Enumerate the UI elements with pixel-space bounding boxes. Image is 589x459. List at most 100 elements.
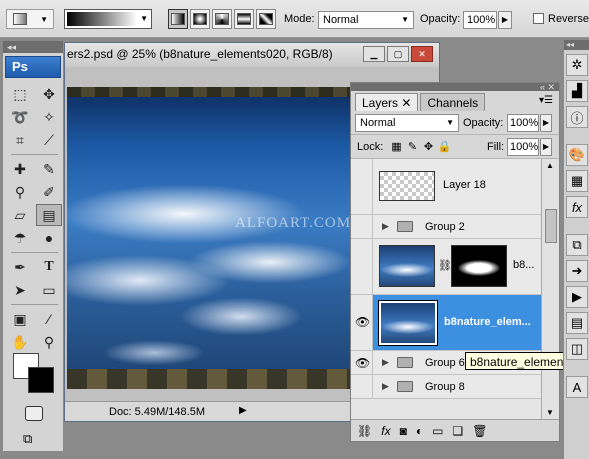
actions-icon[interactable]: ➜ (566, 260, 588, 282)
expand-triangle-icon[interactable]: ▶ (382, 221, 389, 232)
gradient-tool-icon[interactable]: ▤ (36, 204, 62, 226)
background-color-swatch[interactable] (28, 367, 54, 393)
layer-row[interactable]: Layer 18 (351, 159, 543, 215)
linear-gradient-button[interactable] (168, 9, 188, 29)
history-brush-tool-icon[interactable]: ✐ (36, 181, 62, 203)
color-palette-icon[interactable]: 🎨 (566, 144, 588, 166)
clone-stamp-tool-icon[interactable]: ⚲ (7, 181, 33, 203)
radial-gradient-button[interactable] (190, 9, 210, 29)
visibility-toggle[interactable] (351, 239, 373, 294)
magic-wand-tool-icon[interactable]: ✧ (36, 106, 62, 128)
scroll-down-icon[interactable]: ▼ (546, 408, 554, 417)
fill-input[interactable]: 100% (507, 138, 539, 156)
notes-tool-icon[interactable]: ▣ (7, 308, 33, 330)
opacity-input[interactable]: 100% (463, 11, 497, 29)
layer-opacity-arrow[interactable]: ▶ (540, 114, 552, 132)
crop-tool-icon[interactable]: ⌗ (7, 129, 33, 151)
panel-menu-icon[interactable]: ▾☰ (539, 95, 553, 106)
lock-position-icon[interactable]: ✥ (423, 140, 434, 153)
slice-tool-icon[interactable]: ⟋ (36, 129, 62, 151)
scroll-thumb[interactable] (545, 209, 557, 243)
layer-mask-thumbnail[interactable] (451, 245, 507, 287)
layer-opacity-input[interactable]: 100% (507, 114, 539, 132)
adjustment-layer-icon[interactable]: ◐ (416, 424, 423, 438)
dock-grip[interactable]: ◂◂ (564, 40, 589, 50)
image-canvas[interactable] (67, 87, 357, 389)
visibility-toggle[interactable] (351, 159, 373, 214)
layer-comps-icon[interactable]: ◫ (566, 338, 588, 360)
expand-triangle-icon[interactable]: ▶ (382, 357, 389, 368)
quick-mask-button[interactable] (25, 406, 43, 421)
right-panel-dock: ◂◂ ✲ ▟ ⓘ 🎨 ▦ fx ⧉ ➜ ▶ ▤ ◫ A (563, 40, 589, 459)
play-icon[interactable]: ▶ (566, 286, 588, 308)
layer-group-row[interactable]: ▶ Group 2 (351, 215, 543, 239)
tab-channels[interactable]: Channels (420, 93, 486, 111)
tool-presets-icon[interactable]: ▤ (566, 312, 588, 334)
blend-mode-select[interactable]: Normal ▼ (355, 114, 459, 132)
tab-layers[interactable]: Layers ✕ (355, 93, 419, 111)
rectangle-tool-icon[interactable]: ▭ (36, 279, 62, 301)
link-layers-icon[interactable]: ⛓ (357, 424, 372, 438)
dodge-tool-icon[interactable]: ● (36, 227, 62, 249)
visibility-toggle[interactable] (351, 375, 373, 398)
window-controls: ▁ ▢ ✕ (363, 46, 433, 62)
tool-preset-picker[interactable]: ▼ (6, 9, 54, 29)
eyedropper-tool-icon[interactable]: ⁄ (36, 308, 62, 330)
document-title-bar[interactable]: ers2.psd @ 25% (b8nature_elements020, RG… (65, 43, 439, 67)
eraser-tool-icon[interactable]: ▱ (7, 204, 33, 226)
styles-icon[interactable]: fx (566, 196, 588, 218)
scroll-up-icon[interactable]: ▲ (546, 161, 554, 170)
hand-tool-icon[interactable]: ✋ (7, 331, 33, 353)
character-icon[interactable]: A (566, 376, 588, 398)
close-icon[interactable]: ✕ (401, 96, 411, 110)
expand-triangle-icon[interactable]: ▶ (382, 381, 389, 392)
new-group-icon[interactable]: ▭ (432, 424, 443, 438)
move-tool-icon[interactable]: ✥ (36, 83, 62, 105)
chevron-down-icon: ▼ (401, 15, 409, 24)
minimize-button[interactable]: ▁ (363, 46, 385, 62)
mode-select[interactable]: Normal ▼ (318, 11, 414, 29)
history-icon[interactable]: ⧉ (566, 234, 588, 256)
new-layer-icon[interactable]: ❏ (452, 424, 463, 438)
add-mask-icon[interactable]: ◙ (400, 424, 407, 438)
delete-layer-icon[interactable]: 🗑 (472, 424, 487, 438)
gradient-picker[interactable]: ▼ (64, 9, 152, 29)
layers-scrollbar[interactable]: ▲ ▼ (541, 159, 559, 419)
diamond-gradient-button[interactable] (256, 9, 276, 29)
reflected-gradient-button[interactable] (234, 9, 254, 29)
panel-header-bar[interactable]: « ✕ (351, 83, 559, 92)
toolbox-grip[interactable]: ◂◂ (3, 41, 63, 53)
healing-brush-tool-icon[interactable]: ✚ (7, 158, 33, 180)
lock-all-icon[interactable]: 🔒 (438, 140, 452, 153)
maximize-button[interactable]: ▢ (387, 46, 409, 62)
close-button[interactable]: ✕ (411, 46, 433, 62)
navigator-icon[interactable]: ✲ (566, 54, 588, 76)
swatches-icon[interactable]: ▦ (566, 170, 588, 192)
fill-arrow[interactable]: ▶ (540, 138, 552, 156)
layer-group-row[interactable]: ▶ Group 8 (351, 375, 543, 399)
layer-style-icon[interactable]: fx (381, 424, 390, 438)
angle-gradient-button[interactable] (212, 9, 232, 29)
reverse-checkbox[interactable] (533, 13, 544, 24)
status-menu-arrow-icon[interactable]: ▶ (239, 405, 247, 416)
lock-transparency-icon[interactable]: ▦ (391, 140, 402, 153)
blur-tool-icon[interactable]: ☂ (7, 227, 33, 249)
layer-row[interactable]: ⛓ b8... (351, 239, 543, 295)
link-icon[interactable]: ⛓ (438, 259, 452, 272)
lock-pixels-icon[interactable]: ✎ (407, 140, 418, 153)
info-icon[interactable]: ⓘ (566, 106, 588, 128)
layer-row-selected[interactable]: 👁 b8nature_elem... (351, 295, 543, 351)
zoom-tool-icon[interactable]: ⚲ (36, 331, 62, 353)
screen-mode-icon[interactable]: ⧉ (23, 431, 45, 447)
path-selection-tool-icon[interactable]: ➤ (7, 279, 33, 301)
pen-tool-icon[interactable]: ✒ (7, 256, 33, 278)
opacity-slider-arrow[interactable]: ▶ (498, 11, 512, 29)
visibility-toggle[interactable]: 👁 (351, 295, 373, 350)
lasso-tool-icon[interactable]: ➰ (7, 106, 33, 128)
visibility-toggle[interactable] (351, 215, 373, 238)
type-tool-icon[interactable]: T (36, 256, 62, 278)
visibility-toggle[interactable]: 👁 (351, 351, 373, 374)
brush-tool-icon[interactable]: ✎ (36, 158, 62, 180)
histogram-icon[interactable]: ▟ (566, 80, 588, 102)
marquee-tool-icon[interactable]: ⬚ (7, 83, 33, 105)
